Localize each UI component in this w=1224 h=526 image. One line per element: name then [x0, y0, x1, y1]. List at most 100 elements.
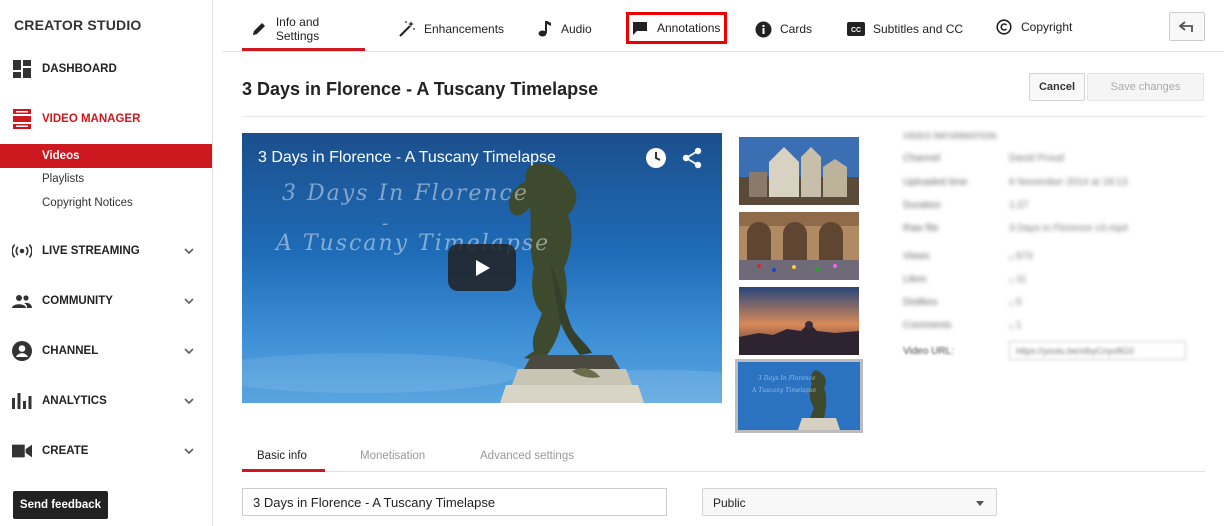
sidebar-item-playlists[interactable]: Playlists	[0, 167, 212, 191]
music-note-icon	[535, 20, 553, 38]
tab-enhancements-label: Enhancements	[424, 22, 505, 36]
sidebar-item-videos-label: Videos	[42, 150, 80, 162]
analytics-icon	[12, 391, 32, 411]
thumbnail-option-1[interactable]	[739, 137, 859, 205]
player-title: 3 Days in Florence - A Tuscany Timelapse	[258, 149, 556, 166]
info-row-channel: Channel David Proud	[903, 153, 1065, 164]
nav-dashboard[interactable]: DASHBOARD	[0, 54, 212, 84]
annotation-speech-bubble-icon	[631, 19, 649, 37]
cathedral-thumbnail	[739, 137, 859, 205]
info-row-comments: Comments ₀ 1	[903, 320, 1022, 331]
sidebar-item-copyright-notices-label: Copyright Notices	[42, 197, 133, 209]
thumbnail-option-3[interactable]	[739, 287, 859, 355]
copyright-icon	[995, 18, 1013, 36]
tab-subtitles-and-cc[interactable]: CC Subtitles and CC	[847, 8, 963, 50]
tab-annotations-label: Annotations	[657, 21, 721, 35]
video-url-label: Video URL:	[903, 346, 954, 357]
closed-captions-icon: CC	[847, 20, 865, 38]
nav-dashboard-label: DASHBOARD	[42, 63, 117, 75]
nav-channel[interactable]: CHANNEL	[0, 336, 212, 366]
pencil-icon	[250, 20, 268, 38]
video-url-field[interactable]: https://youtu.be/xlbyCnyo8G0	[1009, 341, 1186, 360]
chevron-down-icon[interactable]	[182, 344, 196, 358]
nav-video-manager-label: VIDEO MANAGER	[42, 113, 141, 125]
brand-title[interactable]: CREATOR STUDIO	[14, 17, 142, 33]
nav-community-label: COMMUNITY	[42, 295, 113, 307]
chevron-down-icon[interactable]	[182, 294, 196, 308]
info-icon	[754, 20, 772, 38]
info-row-likes: Likes ₀ 11	[903, 274, 1027, 285]
info-row-duration: Duration 1:27	[903, 200, 1029, 211]
back-button[interactable]	[1169, 12, 1205, 41]
svg-text:A Tuscany Timelapse: A Tuscany Timelapse	[751, 387, 817, 394]
nav-analytics[interactable]: ANALYTICS	[0, 386, 212, 416]
play-button[interactable]	[448, 244, 516, 291]
nav-video-manager[interactable]: VIDEO MANAGER	[0, 104, 212, 134]
channel-icon	[12, 341, 32, 361]
tab-copyright[interactable]: Copyright	[995, 6, 1072, 48]
community-icon	[12, 291, 32, 311]
tab-info-and-settings[interactable]: Info and Settings	[242, 8, 365, 51]
privacy-select-value: Public	[713, 496, 746, 510]
nav-community[interactable]: COMMUNITY	[0, 286, 212, 316]
sidebar-item-playlists-label: Playlists	[42, 173, 85, 185]
tab-copyright-label: Copyright	[1021, 20, 1073, 34]
cancel-button[interactable]: Cancel	[1029, 73, 1085, 101]
overlay-text-line1: 3 Days In Florence	[282, 181, 529, 206]
nav-live-streaming[interactable]: LIVE STREAMING	[0, 236, 212, 266]
dropdown-caret-icon	[976, 501, 984, 506]
thumbnail-option-2[interactable]	[739, 212, 859, 280]
live-streaming-icon	[12, 241, 32, 261]
share-icon[interactable]	[682, 147, 702, 169]
sidebar-item-videos[interactable]: Videos	[0, 144, 212, 168]
tab-subtitles-label: Subtitles and CC	[873, 22, 964, 36]
nav-channel-label: CHANNEL	[42, 345, 99, 357]
tab-cards[interactable]: Cards	[754, 8, 812, 50]
magic-wand-icon	[398, 20, 416, 38]
nav-create[interactable]: CREATE	[0, 436, 212, 466]
divider	[242, 116, 1204, 117]
tab-info-label: Info and Settings	[275, 15, 320, 43]
statue-thumbnail: 3 Days In Florence A Tuscany Timelapse	[738, 362, 860, 430]
sidebar-item-copyright-notices[interactable]: Copyright Notices	[0, 191, 212, 215]
video-player[interactable]: 3 Days in Florence - A Tuscany Timelapse…	[242, 133, 722, 403]
nav-create-label: CREATE	[42, 445, 89, 457]
subtab-bar: Basic info Monetisation Advanced setting…	[242, 440, 1205, 472]
privacy-select[interactable]: Public	[702, 488, 997, 516]
info-row-uploaded: Uploaded time 6 November 2014 at 18:13	[903, 177, 1128, 188]
dashboard-icon	[12, 59, 32, 79]
watch-later-icon[interactable]	[645, 147, 667, 169]
sidebar: CREATOR STUDIO DASHBOARD VIDEO MANAGER V…	[0, 0, 213, 526]
svg-text:CC: CC	[851, 27, 861, 34]
tab-cards-label: Cards	[780, 22, 813, 36]
chevron-down-icon[interactable]	[182, 444, 196, 458]
page-title: 3 Days in Florence - A Tuscany Timelapse	[242, 79, 599, 99]
video-title-input[interactable]	[242, 488, 667, 516]
save-changes-button[interactable]: Save changes	[1087, 73, 1204, 101]
info-row-raw-file: Raw file 3 Days in Florence v3.mp4	[903, 223, 1128, 234]
chevron-down-icon[interactable]	[182, 244, 196, 258]
send-feedback-button[interactable]: Send feedback	[13, 491, 108, 519]
video-manager-icon	[12, 109, 32, 129]
tab-audio-label: Audio	[561, 22, 592, 36]
tab-audio[interactable]: Audio	[535, 8, 592, 50]
tab-advanced-settings[interactable]: Advanced settings	[480, 440, 574, 471]
back-arrow-icon	[1179, 20, 1193, 32]
video-information-panel: VIDEO INFORMATION Channel David Proud Upl…	[903, 131, 1203, 331]
thumbnail-option-4-selected[interactable]: 3 Days In Florence A Tuscany Timelapse	[735, 359, 863, 433]
nav-analytics-label: ANALYTICS	[42, 395, 107, 407]
play-icon	[476, 259, 490, 276]
info-row-dislikes: Dislikes ₀ 0	[903, 297, 1022, 308]
loggia-thumbnail	[739, 212, 859, 280]
tab-annotations[interactable]: Annotations	[626, 12, 728, 44]
video-camera-icon	[12, 441, 32, 461]
sunset-skyline-thumbnail	[739, 287, 859, 355]
info-row-views: Views ₀ 673	[903, 251, 1033, 262]
tab-monetisation[interactable]: Monetisation	[360, 440, 425, 471]
video-info-heading: VIDEO INFORMATION	[903, 131, 997, 141]
tab-basic-info[interactable]: Basic info	[242, 440, 325, 472]
chevron-down-icon[interactable]	[182, 394, 196, 408]
tab-enhancements[interactable]: Enhancements	[398, 8, 504, 50]
nav-live-streaming-label: LIVE STREAMING	[42, 245, 140, 257]
svg-text:3 Days In Florence: 3 Days In Florence	[758, 375, 816, 382]
